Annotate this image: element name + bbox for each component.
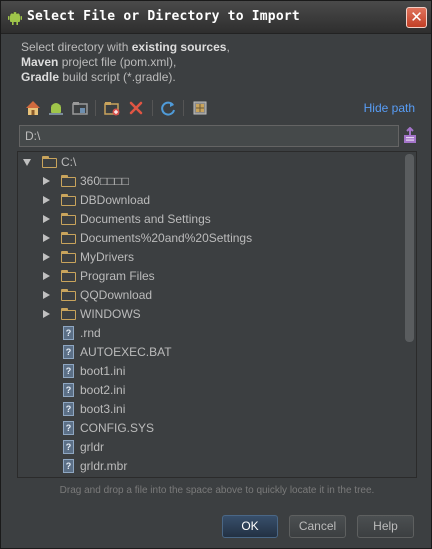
path-input[interactable]: D:\	[19, 125, 399, 147]
home-icon[interactable]	[24, 99, 42, 117]
description-bold: Maven	[21, 55, 59, 69]
toolbar: Hide path	[21, 97, 419, 119]
folder-icon	[61, 308, 76, 320]
cancel-button[interactable]: Cancel	[289, 515, 346, 538]
tree-item-label: 360□□□□	[80, 174, 130, 188]
unknown-file-icon: ?	[63, 383, 74, 397]
tree-scrollbar[interactable]	[405, 154, 414, 474]
folder-icon	[61, 270, 76, 282]
tree-item-label: Documents and Settings	[80, 212, 211, 226]
tree-row[interactable]: ? grldr	[18, 438, 404, 457]
import-dialog: Select File or Directory to Import ✕ Sel…	[0, 0, 432, 549]
folder-icon	[61, 289, 76, 301]
ok-button[interactable]: OK	[222, 515, 278, 538]
module-folder-icon[interactable]	[71, 99, 89, 117]
description: Select directory with existing sources, …	[21, 40, 230, 85]
unknown-file-icon: ?	[63, 364, 74, 378]
tree-root-label: C:\	[61, 155, 77, 169]
close-button[interactable]: ✕	[406, 7, 427, 28]
tree-item-label: AUTOEXEC.BAT	[80, 345, 172, 359]
folder-icon	[61, 232, 76, 244]
new-folder-icon[interactable]	[103, 99, 121, 117]
tree-item-label: Documents%20and%20Settings	[80, 231, 253, 245]
tree-item-label: boot2.ini	[80, 383, 126, 397]
collapse-arrow-icon[interactable]	[43, 196, 50, 204]
tree-row[interactable]: Documents and Settings	[18, 210, 404, 229]
unknown-file-icon: ?	[63, 345, 74, 359]
collapse-arrow-icon[interactable]	[43, 272, 50, 280]
collapse-arrow-icon[interactable]	[43, 234, 50, 242]
drag-drop-hint: Drag and drop a file into the space abov…	[59, 485, 375, 496]
tree-row[interactable]: WINDOWS	[18, 305, 404, 324]
close-icon: ✕	[410, 8, 423, 26]
tree-item-label: boot1.ini	[80, 364, 126, 378]
file-tree[interactable]: C:\ 360□□□□ DBDownload Documents and Set…	[17, 151, 417, 478]
folder-icon	[42, 156, 57, 168]
tree-item-label: grldr	[80, 440, 105, 454]
expand-arrow-icon[interactable]	[23, 159, 31, 166]
collapse-arrow-icon[interactable]	[43, 253, 50, 261]
description-text: Select directory with	[21, 40, 132, 54]
tree-item-label: .rnd	[80, 326, 101, 340]
tree-row[interactable]: DBDownload	[18, 191, 404, 210]
tree-row[interactable]: QQDownload	[18, 286, 404, 305]
collapse-arrow-icon[interactable]	[43, 177, 50, 185]
tree-row[interactable]: ? AUTOEXEC.BAT	[18, 343, 404, 362]
tree-row[interactable]: ? boot1.ini	[18, 362, 404, 381]
delete-icon[interactable]	[127, 99, 145, 117]
toolbar-separator	[183, 100, 184, 116]
tree-row[interactable]: ? CONFIG.SYS	[18, 419, 404, 438]
unknown-file-icon: ?	[63, 402, 74, 416]
android-icon	[8, 12, 22, 25]
description-bold: existing sources	[131, 40, 227, 54]
tree-item-label: CONFIG.SYS	[80, 421, 155, 435]
tree-row[interactable]: ? boot3.ini	[18, 400, 404, 419]
tree-item-label: Program Files	[80, 269, 155, 283]
collapse-arrow-icon[interactable]	[43, 291, 50, 299]
tree-item-label: MyDrivers	[80, 250, 134, 264]
collapse-arrow-icon[interactable]	[43, 310, 50, 318]
tree-row[interactable]: Program Files	[18, 267, 404, 286]
hide-path-link[interactable]: Hide path	[364, 101, 415, 115]
tree-row[interactable]: Documents%20and%20Settings	[18, 229, 404, 248]
scrollbar-thumb[interactable]	[405, 154, 414, 342]
description-text: ,	[226, 40, 230, 54]
unknown-file-icon: ?	[63, 326, 74, 340]
description-bold: Gradle	[21, 70, 60, 84]
tree-root-row[interactable]: C:\	[18, 153, 404, 172]
path-history-icon[interactable]	[402, 127, 418, 145]
tree-item-label: QQDownload	[80, 288, 153, 302]
toolbar-separator	[152, 100, 153, 116]
folder-icon	[61, 175, 76, 187]
help-button[interactable]: Help	[357, 515, 414, 538]
description-text: project file (pom.xml),	[58, 55, 177, 69]
tree-row[interactable]: 360□□□□	[18, 172, 404, 191]
tree-row[interactable]: MyDrivers	[18, 248, 404, 267]
unknown-file-icon: ?	[63, 440, 74, 454]
tree-item-label: DBDownload	[80, 193, 151, 207]
folder-icon	[61, 213, 76, 225]
tree-item-label: boot3.ini	[80, 402, 126, 416]
window-title: Select File or Directory to Import	[27, 9, 300, 24]
tree-item-label: grldr.mbr	[80, 459, 128, 473]
tree-row[interactable]: ? boot2.ini	[18, 381, 404, 400]
refresh-icon[interactable]	[159, 99, 177, 117]
folder-icon	[61, 194, 76, 206]
android-project-icon[interactable]	[47, 99, 65, 117]
unknown-file-icon: ?	[63, 459, 74, 473]
title-bar[interactable]: Select File or Directory to Import ✕	[1, 1, 431, 34]
toolbar-separator	[95, 100, 96, 116]
tree-row[interactable]: ? grldr.mbr	[18, 457, 404, 476]
tree-item-label: WINDOWS	[80, 307, 141, 321]
folder-icon	[61, 251, 76, 263]
unknown-file-icon: ?	[63, 421, 74, 435]
show-hidden-icon[interactable]	[191, 99, 209, 117]
collapse-arrow-icon[interactable]	[43, 215, 50, 223]
description-text: build script (*.gradle).	[59, 70, 176, 84]
tree-row[interactable]: ? .rnd	[18, 324, 404, 343]
